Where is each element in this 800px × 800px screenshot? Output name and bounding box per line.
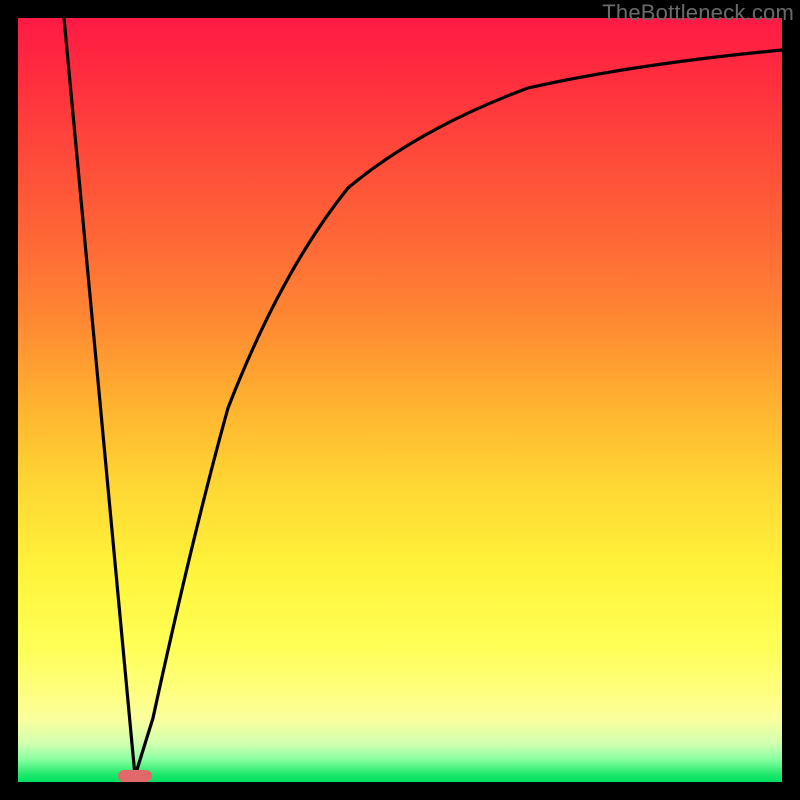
minimum-marker <box>118 770 152 782</box>
chart-frame: TheBottleneck.com <box>0 0 800 800</box>
plot-area <box>18 18 782 782</box>
curve-svg <box>18 18 782 782</box>
bottleneck-curve <box>64 18 782 776</box>
watermark-text: TheBottleneck.com <box>602 0 794 26</box>
